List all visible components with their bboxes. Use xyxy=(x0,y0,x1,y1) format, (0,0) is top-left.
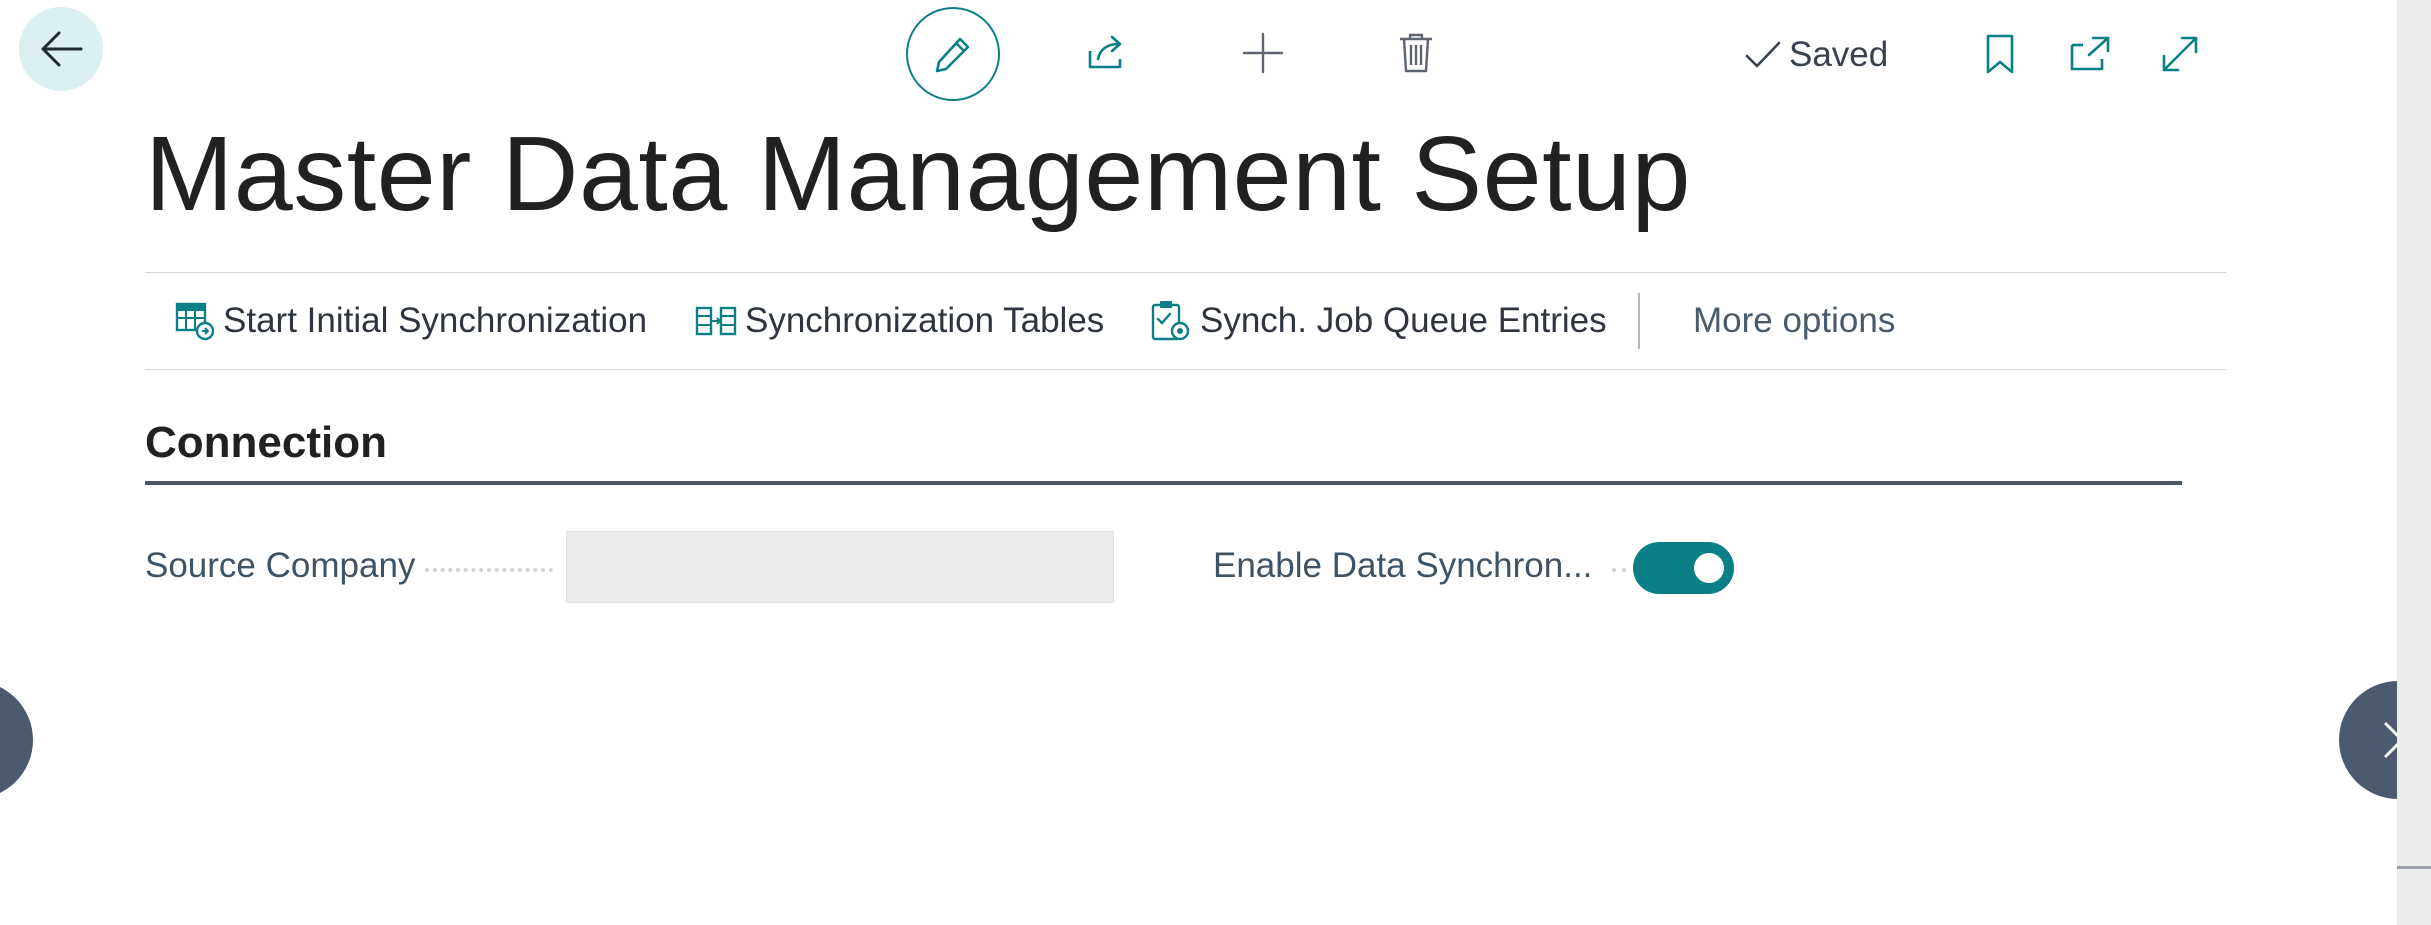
edit-button[interactable] xyxy=(906,7,1000,101)
section-divider xyxy=(145,481,2182,485)
trash-icon xyxy=(1400,33,1432,73)
previous-record-button[interactable] xyxy=(0,681,33,799)
field-leader-dots xyxy=(1612,568,1626,572)
action-separator xyxy=(1638,293,1640,349)
back-button[interactable] xyxy=(19,7,103,91)
enable-data-synchronization-label: Enable Data Synchron... xyxy=(1213,546,1593,585)
open-in-new-window-button[interactable] xyxy=(2062,26,2118,82)
bookmark-button[interactable] xyxy=(1972,26,2028,82)
field-leader-dots xyxy=(425,568,553,572)
start-initial-synchronization-label: Start Initial Synchronization xyxy=(223,301,648,340)
pencil-icon xyxy=(935,37,970,73)
expand-icon xyxy=(2162,36,2198,72)
saved-status: Saved xyxy=(1745,30,1888,80)
action-bar: Start Initial Synchronization Synchroniz… xyxy=(145,272,2226,370)
share-button[interactable] xyxy=(1080,25,1136,81)
enable-data-synchronization-toggle[interactable] xyxy=(1633,542,1734,594)
start-initial-synchronization-action[interactable]: Start Initial Synchronization xyxy=(175,273,647,369)
synch-job-queue-entries-label: Synch. Job Queue Entries xyxy=(1200,301,1607,340)
more-options-label: More options xyxy=(1693,301,1896,340)
new-button[interactable] xyxy=(1235,25,1291,81)
saved-label: Saved xyxy=(1789,35,1889,74)
synchronization-tables-label: Synchronization Tables xyxy=(745,301,1105,340)
scrollbar-thumb[interactable] xyxy=(2397,866,2431,869)
checkmark-icon xyxy=(1745,41,1781,68)
share-icon xyxy=(1088,35,1122,69)
scrollbar-track[interactable] xyxy=(2397,0,2431,925)
source-company-label: Source Company xyxy=(145,546,416,585)
synch-job-queue-entries-action[interactable]: Synch. Job Queue Entries xyxy=(1150,273,1607,369)
back-arrow-icon xyxy=(41,31,83,67)
table-mapping-icon xyxy=(695,306,737,336)
toggle-knob xyxy=(1694,553,1724,583)
bookmark-icon xyxy=(1986,34,2014,74)
job-queue-icon xyxy=(1151,301,1190,341)
section-title[interactable]: Connection xyxy=(145,418,387,468)
more-options-button[interactable]: More options xyxy=(1693,273,1895,369)
synchronization-tables-action[interactable]: Synchronization Tables xyxy=(695,273,1104,369)
page-title: Master Data Management Setup xyxy=(145,115,1691,233)
popout-icon xyxy=(2070,36,2110,71)
synchronize-table-icon xyxy=(175,302,215,341)
expand-button[interactable] xyxy=(2152,26,2208,82)
plus-icon xyxy=(1242,32,1284,74)
delete-button[interactable] xyxy=(1388,25,1444,81)
source-company-field[interactable] xyxy=(566,531,1114,603)
